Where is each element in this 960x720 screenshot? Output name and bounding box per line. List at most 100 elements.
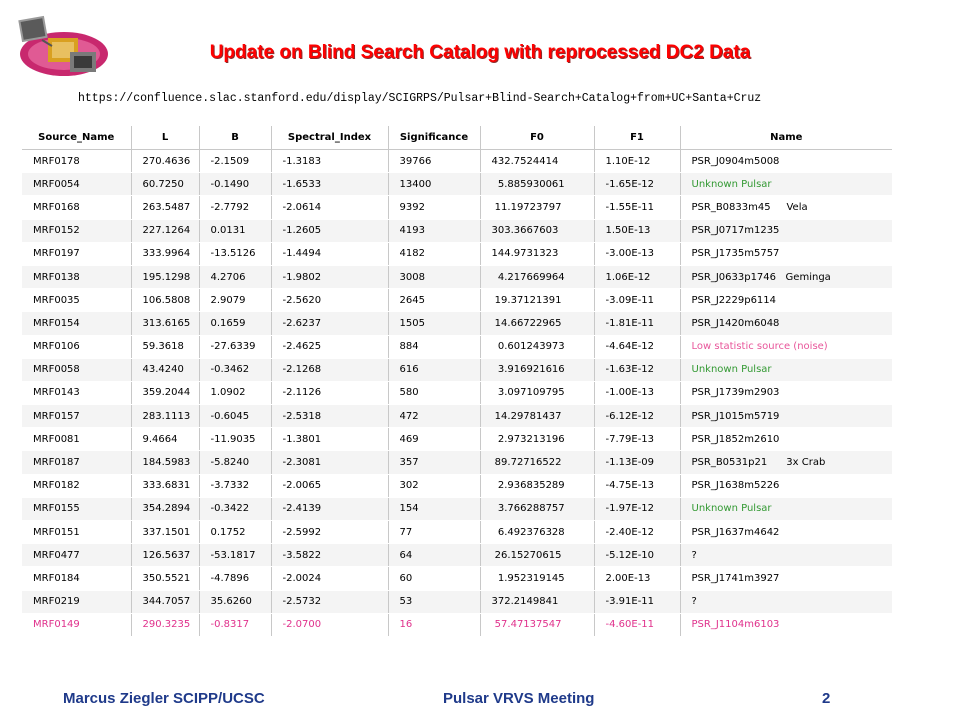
table-cell: PSR_J1739m2903 bbox=[680, 381, 892, 406]
table-cell: 270.4636 bbox=[131, 149, 200, 174]
table-cell: 1505 bbox=[388, 311, 481, 336]
table-cell: -11.9035 bbox=[199, 427, 272, 452]
table-cell: 106.5808 bbox=[131, 288, 200, 313]
table-cell: PSR_J1637m4642 bbox=[680, 520, 892, 545]
column-header: Source_Name bbox=[22, 126, 132, 150]
table-cell: -3.00E-13 bbox=[594, 242, 681, 266]
table-row: MRF0143 359.2044 1.0902 -2.1126 580 3.097109… bbox=[22, 381, 892, 406]
table-cell: 19.37121391 bbox=[480, 288, 595, 313]
table-cell: 64 bbox=[388, 543, 481, 568]
table-cell: MRF0168 bbox=[22, 195, 132, 220]
table-cell: 344.7057 bbox=[131, 590, 200, 614]
table-cell: 1.952319145 bbox=[480, 566, 595, 591]
table-cell: 359.2044 bbox=[131, 381, 200, 406]
column-header: B bbox=[199, 126, 272, 150]
table-cell: 333.9964 bbox=[131, 242, 200, 266]
table-cell: 9.4664 bbox=[131, 427, 200, 452]
table-cell: -2.0700 bbox=[271, 613, 389, 637]
table-cell: PSR_J1015m5719 bbox=[680, 404, 892, 429]
table-cell: 2.00E-13 bbox=[594, 566, 681, 591]
table-cell: -27.6339 bbox=[199, 335, 272, 359]
table-cell: -2.1509 bbox=[199, 149, 272, 174]
table-row: MRF0155 354.2894 -0.3422 -2.4139 154 3.76628… bbox=[22, 497, 892, 522]
table-cell: 432.7524414 bbox=[480, 149, 595, 174]
table-cell: Unknown Pulsar bbox=[680, 172, 892, 197]
table-cell: MRF0058 bbox=[22, 358, 132, 382]
footer-meeting: Pulsar VRVS Meeting bbox=[443, 690, 595, 707]
table-cell: 39766 bbox=[388, 149, 481, 174]
table-cell: 53 bbox=[388, 590, 481, 614]
table-cell: 302 bbox=[388, 474, 481, 498]
table-row: MRF0182 333.6831 -3.7332 -2.0065 302 2.93683… bbox=[22, 474, 892, 498]
table-cell: 14.66722965 bbox=[480, 311, 595, 336]
table-cell: -4.7896 bbox=[199, 566, 272, 591]
table-cell: 357 bbox=[388, 450, 481, 475]
table-cell: -13.5126 bbox=[199, 242, 272, 266]
table-cell: -5.8240 bbox=[199, 450, 272, 475]
table-cell: MRF0184 bbox=[22, 566, 132, 591]
table-cell: -6.12E-12 bbox=[594, 404, 681, 429]
catalog-url[interactable]: https://confluence.slac.stanford.edu/dis… bbox=[78, 92, 761, 105]
table-cell: 154 bbox=[388, 497, 481, 522]
table-cell: MRF0081 bbox=[22, 427, 132, 452]
table-cell: MRF0157 bbox=[22, 404, 132, 429]
table-cell: -1.9802 bbox=[271, 265, 389, 290]
catalog-table: Source_Name L B Spectral_Index Significa… bbox=[22, 126, 892, 637]
table-cell: -0.1490 bbox=[199, 172, 272, 197]
table-row: MRF0178 270.4636 -2.1509 -1.3183 39766 432.75… bbox=[22, 149, 892, 174]
table-cell: -2.40E-12 bbox=[594, 520, 681, 545]
table-cell: 4182 bbox=[388, 242, 481, 266]
table-cell: 313.6165 bbox=[131, 311, 200, 336]
table-cell: 0.1659 bbox=[199, 311, 272, 336]
table-cell: -2.7792 bbox=[199, 195, 272, 220]
table-cell: -4.64E-12 bbox=[594, 335, 681, 359]
table-cell: 227.1264 bbox=[131, 219, 200, 243]
table-cell: -4.75E-13 bbox=[594, 474, 681, 498]
table-cell: -1.63E-12 bbox=[594, 358, 681, 382]
table-cell: 195.1298 bbox=[131, 265, 200, 290]
table-cell: 57.47137547 bbox=[480, 613, 595, 637]
column-header: F0 bbox=[480, 126, 595, 150]
table-cell: ? bbox=[680, 590, 892, 614]
table-cell: PSR_J2229p6114 bbox=[680, 288, 892, 313]
table-cell: 3.097109795 bbox=[480, 381, 595, 406]
table-cell: -1.65E-12 bbox=[594, 172, 681, 197]
table-cell: MRF0106 bbox=[22, 335, 132, 359]
table-cell: 77 bbox=[388, 520, 481, 545]
table-cell: -1.13E-09 bbox=[594, 450, 681, 475]
table-cell: 337.1501 bbox=[131, 520, 200, 545]
table-cell: MRF0152 bbox=[22, 219, 132, 243]
table-cell: -2.5318 bbox=[271, 404, 389, 429]
table-cell: 89.72716522 bbox=[480, 450, 595, 475]
table-cell: -1.2605 bbox=[271, 219, 389, 243]
table-cell: 1.06E-12 bbox=[594, 265, 681, 290]
table-cell: -5.12E-10 bbox=[594, 543, 681, 568]
table-cell: 469 bbox=[388, 427, 481, 452]
table-cell: 290.3235 bbox=[131, 613, 200, 637]
table-cell: 184.5983 bbox=[131, 450, 200, 475]
table-cell: MRF0155 bbox=[22, 497, 132, 522]
table-cell: -0.3422 bbox=[199, 497, 272, 522]
table-cell: -0.8317 bbox=[199, 613, 272, 637]
table-cell: 26.15270615 bbox=[480, 543, 595, 568]
table-cell: 3.916921616 bbox=[480, 358, 595, 382]
table-cell: -2.1268 bbox=[271, 358, 389, 382]
table-cell: 35.6260 bbox=[199, 590, 272, 614]
table-cell: PSR_J1852m2610 bbox=[680, 427, 892, 452]
table-cell: PSR_J0633p1746 Geminga bbox=[680, 265, 892, 290]
table-cell: -1.81E-11 bbox=[594, 311, 681, 336]
table-cell: 3.766288757 bbox=[480, 497, 595, 522]
table-cell: 0.1752 bbox=[199, 520, 272, 545]
table-cell: 1.50E-13 bbox=[594, 219, 681, 243]
table-cell: 884 bbox=[388, 335, 481, 359]
table-row: MRF0081 9.4664 -11.9035 -1.3801 469 2.973213… bbox=[22, 427, 892, 452]
table-cell: MRF0138 bbox=[22, 265, 132, 290]
table-cell: MRF0154 bbox=[22, 311, 132, 336]
table-cell: 2.973213196 bbox=[480, 427, 595, 452]
table-cell: MRF0054 bbox=[22, 172, 132, 197]
table-cell: Unknown Pulsar bbox=[680, 358, 892, 382]
table-row: MRF0219 344.7057 35.6260 -2.5732 53 372.21498… bbox=[22, 590, 892, 614]
table-cell: 60 bbox=[388, 566, 481, 591]
table-cell: 1.10E-12 bbox=[594, 149, 681, 174]
table-cell: MRF0197 bbox=[22, 242, 132, 266]
